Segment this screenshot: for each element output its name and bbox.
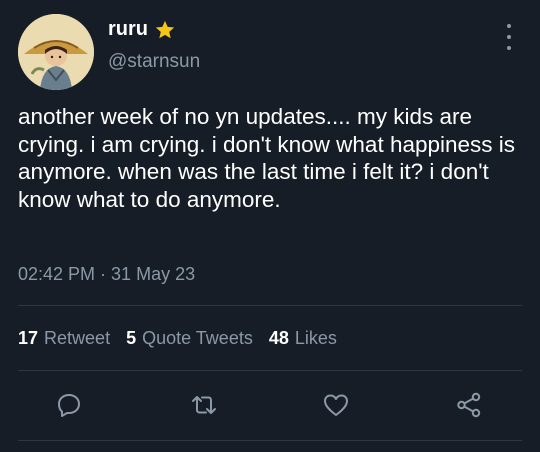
retweet-icon	[192, 396, 216, 414]
divider	[18, 440, 522, 441]
likes-count: 48	[268, 328, 289, 348]
like-button[interactable]	[319, 388, 353, 422]
user-name-row[interactable]: ruru	[108, 18, 176, 41]
display-name[interactable]: ruru	[108, 18, 148, 41]
action-bar	[0, 388, 540, 424]
divider	[18, 370, 522, 371]
quote-tweets-stat[interactable]: 5 Quote Tweets	[126, 328, 253, 349]
share-icon	[457, 392, 481, 418]
quote-tweets-label: Quote Tweets	[142, 328, 253, 348]
star-icon	[154, 19, 176, 41]
divider	[18, 305, 522, 306]
reply-button[interactable]	[52, 388, 86, 422]
engagement-stats: 17 Retweet 5 Quote Tweets 48 Likes	[18, 328, 337, 349]
avatar[interactable]	[18, 14, 94, 90]
share-button[interactable]	[452, 388, 486, 422]
likes-stat[interactable]: 48 Likes	[269, 328, 337, 349]
likes-label: Likes	[294, 328, 337, 348]
user-handle[interactable]: @starnsun	[108, 51, 200, 73]
tweet-date: 31 May 23	[111, 264, 196, 284]
avatar-illustration	[18, 14, 94, 90]
more-options-icon[interactable]	[498, 24, 520, 50]
tweet-text: another week of no yn updates.... my kid…	[18, 104, 516, 212]
retweet-button[interactable]	[187, 388, 221, 422]
reply-icon	[58, 394, 80, 417]
quote-tweets-count: 5	[126, 328, 137, 348]
retweets-count: 17	[18, 328, 39, 348]
tweet-time: 02:42 PM	[18, 264, 96, 284]
retweets-label: Retweet	[44, 328, 111, 348]
like-icon	[324, 394, 348, 416]
tweet-timestamp[interactable]: 02:42 PM · 31 May 23	[18, 264, 195, 285]
timestamp-separator: ·	[95, 264, 112, 284]
retweets-stat[interactable]: 17 Retweet	[18, 328, 110, 349]
